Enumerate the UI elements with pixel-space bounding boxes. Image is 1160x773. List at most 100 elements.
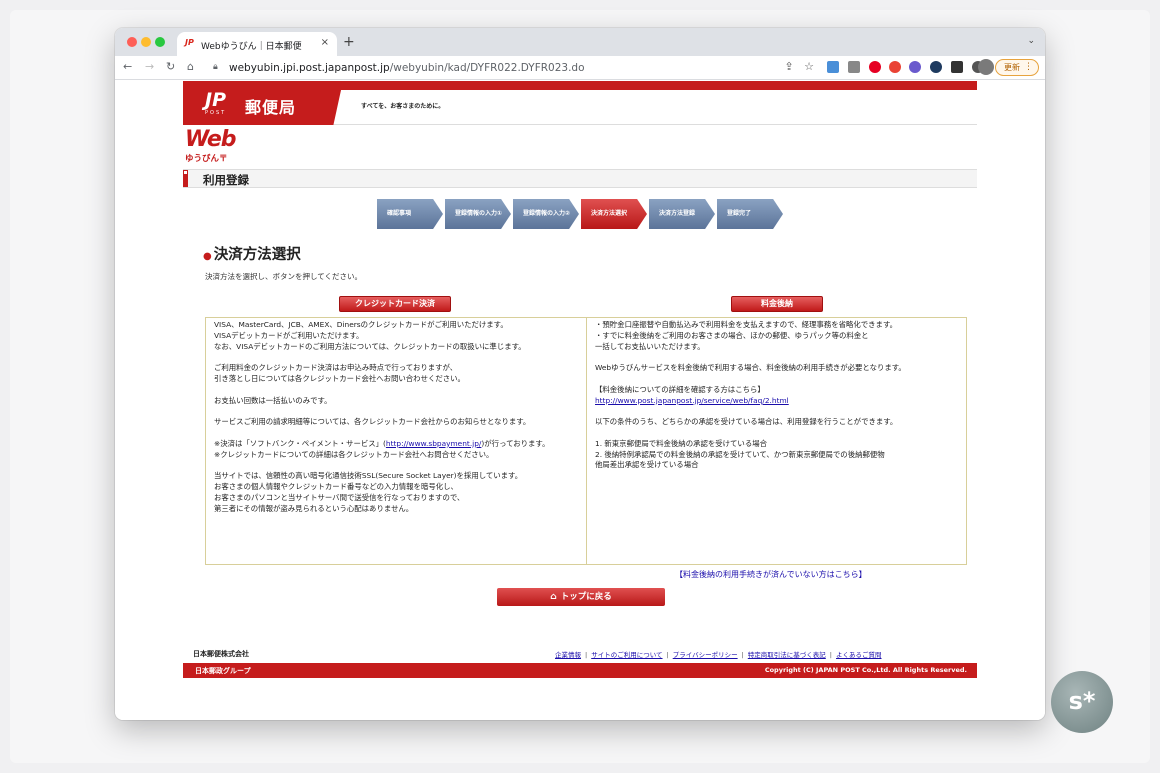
- maximize-window-button[interactable]: [155, 37, 165, 47]
- extension-icon[interactable]: [827, 61, 839, 73]
- info-line: ・すでに料金後納をご利用のお客さまの場合、ほかの郵便、ゆうパック等の料金と: [595, 330, 869, 340]
- close-window-button[interactable]: [127, 37, 137, 47]
- info-line: http://www.post.japanpost.jp/service/web…: [595, 396, 958, 407]
- extension-icon[interactable]: [951, 61, 963, 73]
- update-label: 更新: [1004, 63, 1020, 72]
- page-title-bar: 利用登録: [183, 169, 977, 188]
- company-name: 日本郵便株式会社: [193, 650, 249, 658]
- footer-links: 企業情報 | サイトのご利用について | プライバシーポリシー | 特定商取引法に基づく表記…: [555, 651, 882, 659]
- webyubin-logo[interactable]: Web ゆうびん〒: [185, 127, 237, 165]
- home-icon: ⌂: [550, 592, 557, 602]
- new-tab-button[interactable]: +: [343, 34, 355, 50]
- assistant-badge-icon[interactable]: s*: [1051, 671, 1113, 733]
- japan-post-logo[interactable]: JP POST 郵便局: [183, 81, 343, 125]
- browser-window: JP Webゆうびん｜日本郵便 × + ⌄ ← → ↻ ⌂ 🔒︎ webyubi…: [115, 28, 1045, 720]
- tab-search-chevron-icon[interactable]: ⌄: [1027, 36, 1035, 46]
- credit-card-payment-button[interactable]: クレジットカード決済: [339, 296, 451, 312]
- address-bar[interactable]: 🔒︎ webyubin.jpi.post.japanpost.jp/webyub…: [207, 58, 787, 78]
- footer-link-commercial-law[interactable]: 特定商取引法に基づく表記: [748, 651, 826, 659]
- step-item: 登録情報の入力②: [513, 199, 579, 229]
- footer-link-faq[interactable]: よくあるご質問: [836, 651, 882, 659]
- tab-webyubin[interactable]: JP Webゆうびん｜日本郵便 ×: [177, 32, 337, 56]
- footer-bar: 日本郵政グループ Copyright (C) JAPAN POST Co.,Lt…: [183, 663, 977, 678]
- info-line: お支払い回数は一括払いのみです。: [214, 395, 332, 405]
- forward-icon[interactable]: →: [145, 60, 154, 73]
- step-item-active: 決済方法選択: [581, 199, 647, 229]
- url-path: /webyubin/kad/DYFR022.DYFR023.do: [389, 62, 585, 74]
- postpay-payment-button[interactable]: 料金後納: [731, 296, 823, 312]
- page-viewport: JP POST 郵便局 すべてを、お客さまのために。 Web ゆうびん〒 利用登…: [115, 81, 1045, 720]
- site-header: JP POST 郵便局 すべてを、お客さまのために。: [183, 81, 977, 125]
- info-line: VISA、MasterCard、JCB、AMEX、Dinersのクレジットカード…: [214, 320, 508, 329]
- step-item: 登録完了: [717, 199, 783, 229]
- web-logo-word: Web: [185, 127, 237, 152]
- info-line: サービスご利用の請求明細等については、各クレジットカード会社からのお知らせとなり…: [214, 417, 531, 427]
- extension-icon[interactable]: [909, 61, 921, 73]
- step-item: 確認事項: [377, 199, 443, 229]
- postpay-unregistered-link[interactable]: 【料金後納の利用手続きが済んでいない方はこちら】: [675, 569, 867, 580]
- japan-post-favicon-icon: JP: [185, 38, 194, 47]
- credit-card-info: VISA、MasterCard、JCB、AMEX、Dinersのクレジットカード…: [206, 318, 587, 564]
- lock-icon: 🔒︎: [213, 62, 218, 72]
- info-line: VISAデビットカードがご利用いただけます。: [214, 330, 364, 340]
- bookmark-star-icon[interactable]: ☆: [803, 61, 815, 73]
- slogan: すべてを、お客さまのために。: [361, 103, 445, 110]
- info-line: お客さまのパソコンと当サイトサーバ間で送受信を行なっておりますので、: [214, 492, 465, 502]
- info-line: 以下の条件のうち、どちらかの承認を受けている場合は、利用登録を行うことができます…: [595, 417, 898, 427]
- extension-icon[interactable]: [848, 61, 860, 73]
- footer-link-privacy[interactable]: プライバシーポリシー: [673, 651, 738, 659]
- jp-mark-logo: JP: [205, 89, 226, 111]
- footer-link-corporate[interactable]: 企業情報: [555, 651, 581, 659]
- payment-info-table: VISA、MasterCard、JCB、AMEX、Dinersのクレジットカード…: [205, 317, 967, 565]
- url-host: webyubin.jpi.post.japanpost.jp: [229, 62, 390, 74]
- info-line: お客さまの個人情報やクレジットカード番号などの入力情報を暗号化し、: [214, 481, 458, 491]
- kebab-menu-icon: ⋮: [1024, 62, 1033, 72]
- copyright-text: Copyright (C) JAPAN POST Co.,Ltd. All Ri…: [764, 666, 967, 674]
- postpay-faq-link[interactable]: http://www.post.japanpost.jp/service/web…: [595, 396, 789, 405]
- page-title: 利用登録: [203, 173, 249, 187]
- webyubin-page: JP POST 郵便局 すべてを、お客さまのために。 Web ゆうびん〒 利用登…: [183, 81, 977, 706]
- profile-avatar[interactable]: [978, 59, 994, 75]
- info-line: Webゆうびんサービスを料金後納で利用する場合、料金後納の利用手続きが必要となり…: [595, 363, 906, 373]
- sbps-text-pre: ※決済は「ソフトバンク・ペイメント・サービス」(: [214, 438, 386, 448]
- info-line: 当サイトでは、信頼性の高い暗号化通信技術SSL(Secure Socket La…: [214, 471, 523, 481]
- step-item: 決済方法登録: [649, 199, 715, 229]
- info-line: 一括してお支払いいただけます。: [595, 341, 705, 351]
- back-to-top-button[interactable]: ⌂ トップに戻る: [497, 588, 665, 606]
- reload-icon[interactable]: ↻: [166, 60, 175, 73]
- info-line: ・預貯金口座振替や自動払込みで利用料金を支払えますので、経理事務を省略化できます…: [595, 320, 897, 329]
- tab-strip: JP Webゆうびん｜日本郵便 × + ⌄: [115, 28, 1045, 56]
- postpay-info: ・預貯金口座振替や自動払込みで利用料金を支払えますので、経理事務を省略化できます…: [587, 318, 966, 564]
- title-marker: [183, 170, 188, 187]
- extension-icon[interactable]: [930, 61, 942, 73]
- bullet-dot-icon: ●: [203, 251, 212, 262]
- footer-link-site-usage[interactable]: サイトのご利用について: [591, 651, 662, 659]
- info-line: ご利用料金のクレジットカード決済はお申込み時点で行っておりますが、: [214, 363, 458, 373]
- jp-post-text: POST: [205, 110, 227, 116]
- info-line: 引き落とし日については各クレジットカード会社へお問い合わせください。: [214, 373, 465, 383]
- extension-icon[interactable]: [889, 61, 901, 73]
- info-line: 他局差出承認を受けている場合: [595, 460, 699, 470]
- info-line: ※決済は「ソフトバンク・ペイメント・サービス」(http://www.sbpay…: [214, 439, 578, 450]
- info-line: ※クレジットカードについての詳細は各クレジットカード会社へお問合せください。: [214, 449, 494, 459]
- step-item: 登録情報の入力①: [445, 199, 511, 229]
- post-office-name: 郵便局: [245, 98, 297, 117]
- section-heading: ● 決済方法選択: [203, 243, 301, 264]
- japan-post-group-logo: 日本郵政グループ: [195, 667, 251, 675]
- extension-icon[interactable]: [869, 61, 881, 73]
- share-icon[interactable]: ⇪: [783, 61, 795, 73]
- tab-title: Webゆうびん｜日本郵便: [201, 42, 302, 52]
- update-button[interactable]: 更新 ⋮: [995, 59, 1039, 76]
- info-line: 1. 新東京郵便局で料金後納の承認を受けている場合: [595, 438, 767, 448]
- close-tab-icon[interactable]: ×: [321, 37, 329, 48]
- minimize-window-button[interactable]: [141, 37, 151, 47]
- info-line: 2. 後納特例承認局での料金後納の承認を受けていて、かつ新東京郵便局での後納郵便…: [595, 449, 885, 459]
- sbps-text-post: )が行っております。: [481, 438, 550, 448]
- home-icon[interactable]: ⌂: [187, 60, 194, 73]
- back-to-top-label: トップに戻る: [560, 592, 612, 602]
- back-icon[interactable]: ←: [123, 60, 132, 73]
- url-text[interactable]: webyubin.jpi.post.japanpost.jp/webyubin/…: [229, 62, 585, 74]
- sbpayment-link[interactable]: http://www.sbpayment.jp/: [386, 439, 482, 448]
- instruction-text: 決済方法を選択し、ボタンを押してください。: [205, 272, 363, 281]
- info-line: 【料金後納についての詳細を確認する方はこちら】: [595, 384, 765, 394]
